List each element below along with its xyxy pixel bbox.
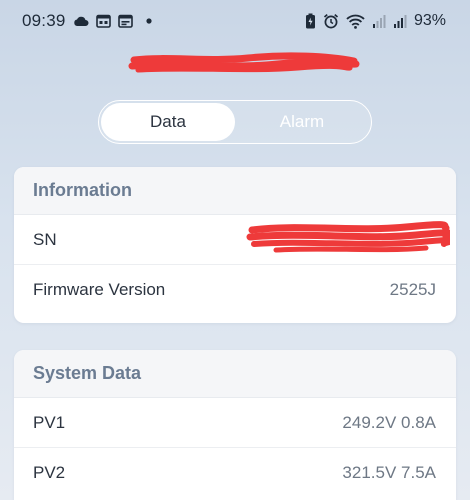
tab-data[interactable]: Data	[101, 103, 235, 141]
status-bar-left: 09:39	[22, 11, 152, 31]
sys-row-pv1: PV1 249.2V 0.8A	[14, 398, 456, 448]
firmware-value: 2525J	[389, 280, 436, 299]
wifi-icon	[346, 14, 365, 29]
cloud-icon	[73, 15, 89, 27]
system-data-title: System Data	[14, 350, 456, 398]
sys-row-pv2: PV2 321.5V 7.5A	[14, 448, 456, 498]
status-bar: 09:39 93%	[0, 0, 470, 42]
pv2-label: PV2	[33, 463, 66, 482]
dot-icon	[145, 18, 152, 24]
alarm-icon	[323, 13, 339, 29]
calendar-icon	[117, 14, 133, 28]
pv1-value: 249.2V 0.8A	[342, 412, 436, 432]
calendar-icon	[95, 14, 111, 28]
signal-icon	[372, 14, 386, 29]
system-data-card: System Data PV1 249.2V 0.8A PV2 321.5V 7…	[14, 350, 456, 500]
redaction-scribble	[128, 52, 360, 74]
status-bar-right: 93%	[305, 12, 446, 30]
firmware-label: Firmware Version	[33, 280, 166, 299]
tab-switcher: Data Alarm	[98, 100, 372, 144]
redaction-scribble	[246, 218, 456, 258]
battery-saver-icon	[305, 13, 316, 29]
information-title: Information	[14, 167, 456, 215]
pv1-label: PV1	[33, 412, 66, 432]
battery-percent: 93%	[413, 12, 446, 29]
info-row-firmware: Firmware Version 2525J	[14, 265, 456, 315]
pv2-value: 321.5V 7.5A	[342, 463, 436, 482]
sn-label: SN	[33, 229, 57, 249]
status-time: 09:39	[22, 11, 66, 30]
tab-alarm[interactable]: Alarm	[235, 103, 369, 141]
signal-icon	[393, 14, 407, 29]
